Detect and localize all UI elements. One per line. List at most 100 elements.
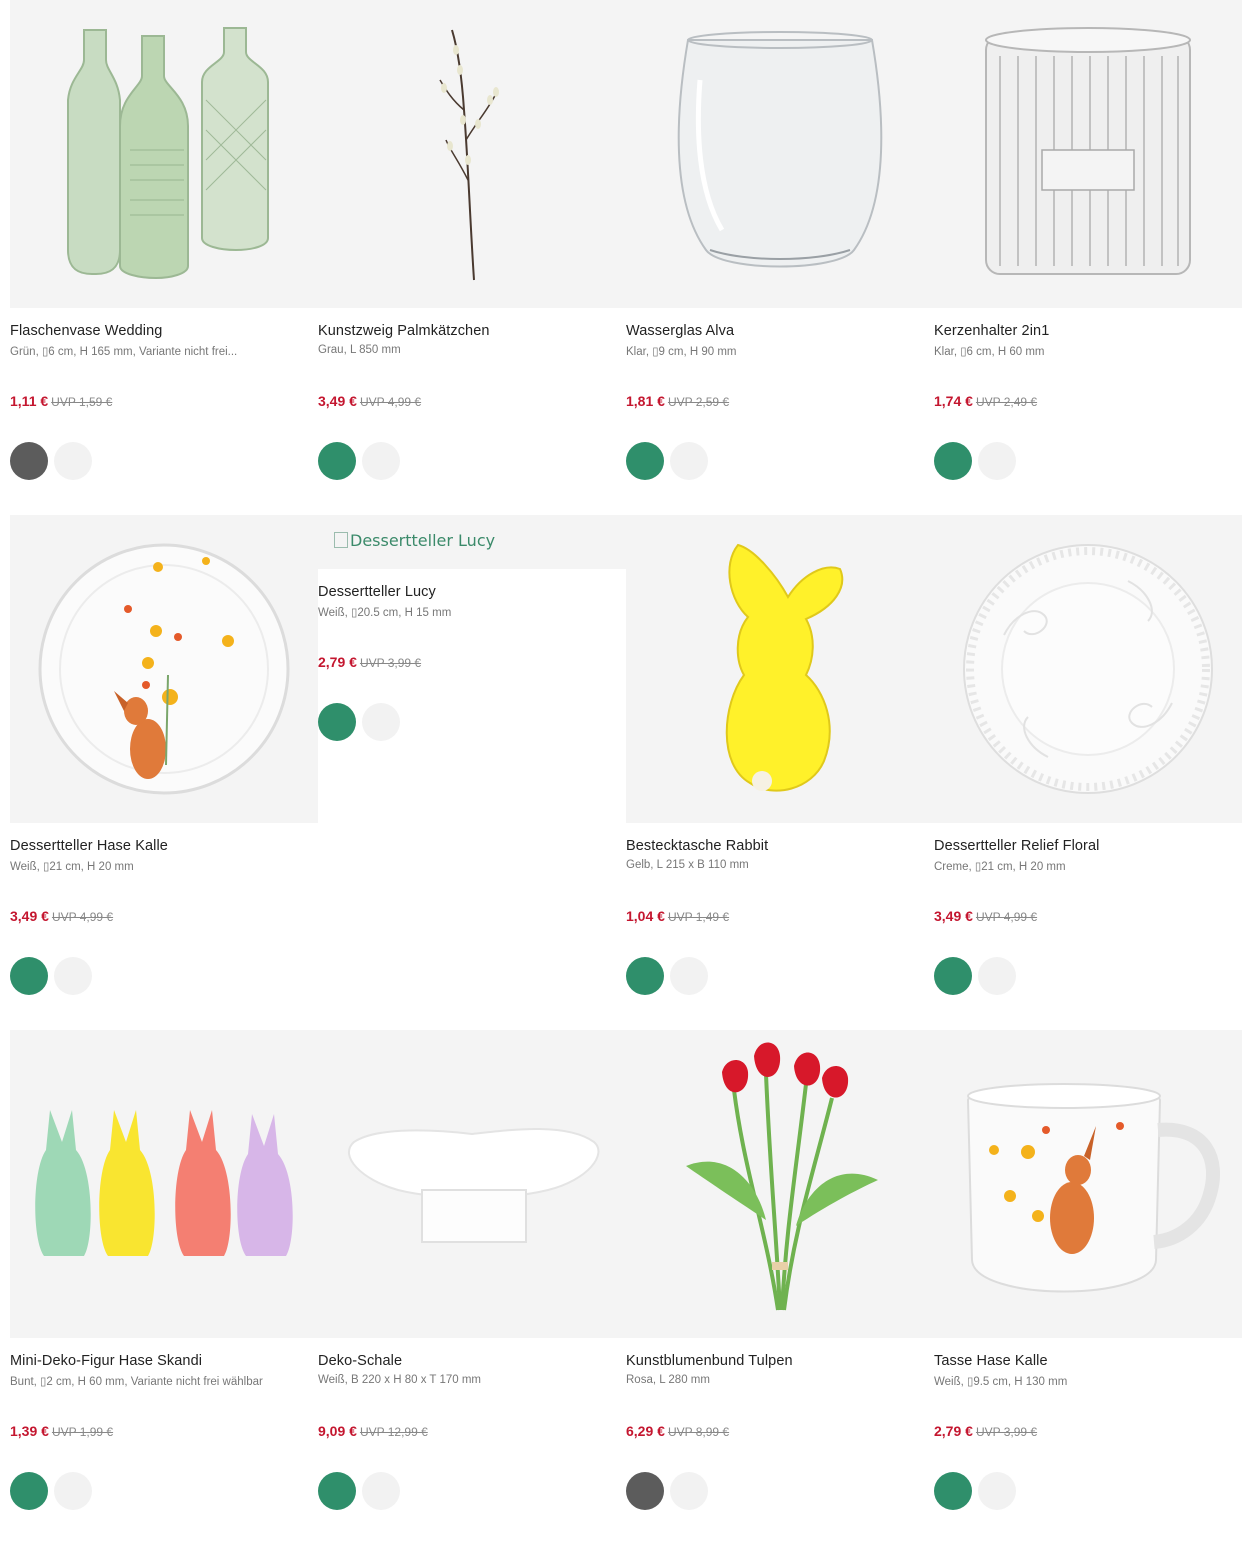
color-swatch[interactable] <box>362 703 400 741</box>
product-title[interactable]: Dessertteller Lucy <box>318 584 436 600</box>
product-details: Klar, ▯6 cm, H 60 mm <box>934 346 1045 358</box>
product-image[interactable] <box>10 515 318 823</box>
product-price: 1,81 € UVP 2,59 € <box>626 393 729 409</box>
product-image[interactable] <box>318 1030 626 1338</box>
color-swatch[interactable] <box>362 442 400 480</box>
color-swatch[interactable] <box>670 1472 708 1510</box>
product-image[interactable] <box>626 0 934 308</box>
product-details: Creme, ▯21 cm, H 20 mm <box>934 861 1066 873</box>
color-swatch-selected[interactable] <box>318 703 356 741</box>
product-image[interactable] <box>10 0 318 308</box>
color-swatch-selected[interactable] <box>10 1472 48 1510</box>
product-image[interactable] <box>626 515 934 823</box>
color-swatch-selected[interactable] <box>626 442 664 480</box>
color-swatch-selected[interactable] <box>10 442 48 480</box>
product-image[interactable] <box>934 515 1242 823</box>
product-title[interactable]: Kunstblumenbund Tulpen <box>626 1353 793 1369</box>
product-price: 3,49 € UVP 4,99 € <box>10 908 113 924</box>
color-swatch[interactable] <box>670 957 708 995</box>
color-swatch-selected[interactable] <box>934 1472 972 1510</box>
color-swatch-selected[interactable] <box>318 1472 356 1510</box>
uvp-price: UVP 2,49 € <box>975 395 1038 409</box>
product-title[interactable]: Flaschenvase Wedding <box>10 323 162 339</box>
drinking-glass-icon <box>677 31 883 268</box>
sale-price: 1,39 € <box>10 1423 49 1439</box>
glass-bottles-icon <box>67 27 269 280</box>
product-image[interactable] <box>626 1030 934 1338</box>
color-swatch[interactable] <box>54 442 92 480</box>
uvp-price: UVP 4,99 € <box>359 395 422 409</box>
color-swatch-selected[interactable] <box>934 957 972 995</box>
color-swatch[interactable] <box>670 442 708 480</box>
product-price: 1,11 € UVP 1,59 € <box>10 393 112 409</box>
uvp-price: UVP 1,59 € <box>51 395 113 409</box>
sale-price: 9,09 € <box>318 1423 357 1439</box>
relief-plate-icon <box>963 544 1213 794</box>
product-details: Gelb, L 215 x B 110 mm <box>626 859 749 871</box>
sale-price: 3,49 € <box>318 393 357 409</box>
broken-image-alt-text: Dessertteller Lucy <box>350 531 496 550</box>
product-title[interactable]: Deko-Schale <box>318 1353 402 1369</box>
product-price: 1,39 € UVP 1,99 € <box>10 1423 113 1439</box>
uvp-price: UVP 3,99 € <box>975 1425 1038 1439</box>
color-swatch[interactable] <box>54 957 92 995</box>
uvp-price: UVP 1,99 € <box>51 1425 114 1439</box>
product-title[interactable]: Dessertteller Hase Kalle <box>10 838 168 854</box>
product-price: 1,04 € UVP 1,49 € <box>626 908 729 924</box>
uvp-price: UVP 4,99 € <box>975 910 1038 924</box>
color-swatch-selected[interactable] <box>10 957 48 995</box>
bunny-mug-icon <box>966 1083 1221 1293</box>
product-price: 3,49 € UVP 4,99 € <box>934 908 1037 924</box>
product-price: 6,29 € UVP 8,99 € <box>626 1423 729 1439</box>
product-title[interactable]: Bestecktasche Rabbit <box>626 838 768 854</box>
sale-price: 1,74 € <box>934 393 973 409</box>
color-swatch[interactable] <box>978 1472 1016 1510</box>
product-image[interactable] <box>10 1030 318 1338</box>
sale-price: 1,04 € <box>626 908 665 924</box>
sale-price: 3,49 € <box>934 908 973 924</box>
sale-price: 2,79 € <box>318 654 357 670</box>
product-title[interactable]: Kerzenhalter 2in1 <box>934 323 1049 339</box>
uvp-price: UVP 8,99 € <box>667 1425 730 1439</box>
product-price: 2,79 € UVP 3,99 € <box>318 654 421 670</box>
product-price: 2,79 € UVP 3,99 € <box>934 1423 1037 1439</box>
product-image[interactable] <box>934 1030 1242 1338</box>
product-title[interactable]: Kunstzweig Palmkätzchen <box>318 323 490 339</box>
product-details: Weiß, ▯9.5 cm, H 130 mm <box>934 1376 1068 1388</box>
product-details: Weiß, B 220 x H 80 x T 170 mm <box>318 1374 481 1386</box>
product-details: Rosa, L 280 mm <box>626 1374 710 1386</box>
uvp-price: UVP 3,99 € <box>359 656 422 670</box>
sale-price: 6,29 € <box>626 1423 665 1439</box>
product-price: 3,49 € UVP 4,99 € <box>318 393 421 409</box>
color-swatch[interactable] <box>54 1472 92 1510</box>
product-image[interactable] <box>934 0 1242 308</box>
broken-image-alt: Dessertteller Lucy <box>334 531 495 550</box>
color-swatch-selected[interactable] <box>626 1472 664 1510</box>
product-title[interactable]: Wasserglas Alva <box>626 323 734 339</box>
product-image[interactable] <box>318 0 626 308</box>
product-details: Weiß, ▯21 cm, H 20 mm <box>10 861 134 873</box>
color-swatch[interactable] <box>978 442 1016 480</box>
color-swatch-selected[interactable] <box>626 957 664 995</box>
sale-price: 3,49 € <box>10 908 49 924</box>
color-swatch-selected[interactable] <box>318 442 356 480</box>
uvp-price: UVP 12,99 € <box>359 1425 428 1439</box>
sale-price: 1,11 € <box>10 393 49 409</box>
product-title[interactable]: Tasse Hase Kalle <box>934 1353 1048 1369</box>
color-swatch[interactable] <box>978 957 1016 995</box>
uvp-price: UVP 2,59 € <box>667 395 730 409</box>
bunny-plate-icon <box>38 543 290 795</box>
sale-price: 2,79 € <box>934 1423 973 1439</box>
product-price: 1,74 € UVP 2,49 € <box>934 393 1037 409</box>
product-image[interactable]: Dessertteller Lucy <box>318 515 626 569</box>
uvp-price: UVP 4,99 € <box>51 910 114 924</box>
product-title[interactable]: Mini-Deko-Figur Hase Skandi <box>10 1353 202 1369</box>
felt-bunny-pouch-icon <box>725 543 844 792</box>
sale-price: 1,81 € <box>626 393 665 409</box>
color-swatch-selected[interactable] <box>934 442 972 480</box>
tulip-bouquet-icon <box>686 1042 878 1311</box>
product-title[interactable]: Dessertteller Relief Floral <box>934 838 1099 854</box>
bunny-figures-icon <box>35 1110 293 1256</box>
pussy-willow-branch-icon <box>439 29 499 281</box>
color-swatch[interactable] <box>362 1472 400 1510</box>
